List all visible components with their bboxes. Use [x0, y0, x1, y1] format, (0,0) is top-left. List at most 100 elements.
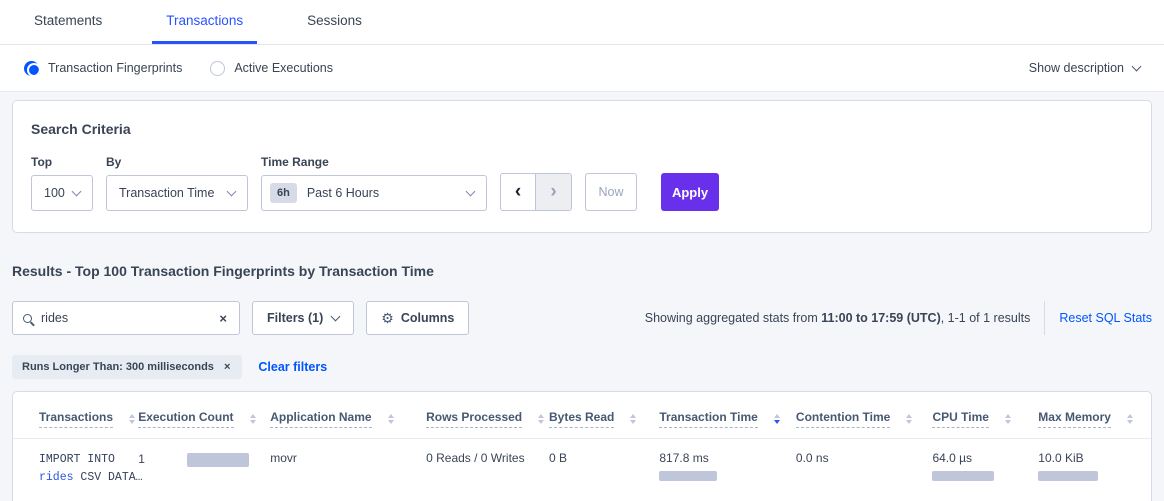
top-label: Top — [31, 155, 93, 169]
sort-icon[interactable] — [250, 414, 256, 424]
filter-chip-label: Runs Longer Than: 300 milliseconds — [22, 361, 214, 373]
vertical-divider — [1044, 301, 1045, 335]
col-contention-time[interactable]: Contention Time — [796, 410, 890, 428]
sort-icon[interactable] — [1005, 414, 1011, 424]
now-button[interactable]: Now — [585, 173, 637, 211]
col-transactions[interactable]: Transactions — [39, 410, 113, 428]
time-range-prev-button[interactable]: ‹ — [500, 173, 536, 211]
gear-icon: ⚙ — [381, 310, 394, 327]
columns-button[interactable]: ⚙ Columns — [366, 301, 469, 335]
clear-search-icon[interactable]: × — [217, 311, 229, 326]
top-field: Top 100 — [31, 155, 93, 211]
sort-icon[interactable] — [630, 414, 636, 424]
aggregated-stats-text: Showing aggregated stats from 11:00 to 1… — [645, 311, 1031, 325]
sort-icon-active[interactable] — [774, 414, 780, 424]
rows-processed-cell: 0 Reads / 0 Writes — [418, 439, 541, 501]
clear-filters-link[interactable]: Clear filters — [258, 360, 327, 374]
radio-label: Transaction Fingerprints — [48, 61, 182, 75]
col-execution-count[interactable]: Execution Count — [138, 410, 233, 428]
bytes-read-cell: 0 B — [541, 439, 651, 501]
chevron-down-icon — [466, 186, 476, 196]
chevron-down-icon — [227, 186, 237, 196]
search-icon — [23, 314, 32, 323]
results-table-card: Transactions Execution Count Application… — [12, 391, 1152, 501]
transaction-link[interactable]: rides — [39, 471, 74, 484]
chevron-down-icon — [1132, 61, 1142, 71]
by-value: Transaction Time — [119, 186, 214, 200]
time-range-field: Time Range 6h Past 6 Hours — [261, 155, 487, 211]
transaction-fingerprint-cell: IMPORT INTO rides CSV DATA… — [13, 439, 130, 501]
transaction-time-bar — [659, 471, 717, 481]
filters-label: Filters (1) — [267, 311, 323, 325]
sql-activity-tabbar: Statements Transactions Sessions — [0, 0, 1164, 45]
max-memory-cell: 10.0 KiB — [1030, 439, 1151, 501]
chevron-down-icon — [331, 311, 341, 321]
contention-time-cell: 0.0 ns — [788, 439, 925, 501]
execution-count-cell: 1 — [130, 439, 262, 501]
table-header-row: Transactions Execution Count Application… — [13, 396, 1151, 439]
sort-icon[interactable] — [906, 414, 912, 424]
radio-active-executions[interactable]: Active Executions — [210, 61, 333, 76]
sort-icon[interactable] — [129, 414, 135, 424]
columns-label: Columns — [401, 311, 454, 325]
top-value: 100 — [44, 186, 65, 200]
transaction-time-value: 817.8 ms — [659, 451, 780, 465]
application-name-cell: movr — [262, 439, 418, 501]
tab-statements[interactable]: Statements — [20, 13, 116, 44]
radio-unselected-icon — [210, 61, 225, 76]
search-input[interactable] — [41, 311, 217, 325]
filter-chip: Runs Longer Than: 300 milliseconds × — [12, 355, 242, 379]
sort-icon[interactable] — [1127, 414, 1133, 424]
results-toolbar: × Filters (1) ⚙ Columns Showing aggregat… — [12, 301, 1152, 335]
time-range-label: Time Range — [261, 155, 487, 169]
results-search-box: × — [12, 301, 240, 335]
sort-icon[interactable] — [388, 414, 394, 424]
execution-count-bar — [187, 453, 249, 467]
tab-sessions[interactable]: Sessions — [293, 13, 376, 44]
stats-time-range: 11:00 to 17:59 (UTC) — [821, 311, 940, 325]
max-memory-value: 10.0 KiB — [1038, 451, 1143, 465]
sql-line1: IMPORT INTO — [39, 451, 122, 469]
col-bytes-read[interactable]: Bytes Read — [549, 410, 614, 428]
reset-sql-stats-link[interactable]: Reset SQL Stats — [1059, 311, 1152, 325]
cpu-time-cell: 64.0 µs — [924, 439, 1030, 501]
search-criteria-card: Search Criteria Top 100 By Transaction T… — [12, 100, 1152, 233]
radio-transaction-fingerprints[interactable]: Transaction Fingerprints — [24, 61, 182, 76]
remove-filter-icon[interactable]: × — [222, 361, 232, 373]
sql-line2: rides CSV DATA… — [39, 469, 122, 487]
results-heading: Results - Top 100 Transaction Fingerprin… — [12, 263, 1152, 279]
radio-selected-icon — [24, 61, 39, 76]
view-toggle-bar: Transaction Fingerprints Active Executio… — [0, 45, 1164, 92]
by-label: By — [106, 155, 248, 169]
by-field: By Transaction Time — [106, 155, 248, 211]
time-range-select[interactable]: 6h Past 6 Hours — [261, 175, 487, 211]
search-criteria-title: Search Criteria — [31, 121, 1133, 137]
filters-button[interactable]: Filters (1) — [252, 301, 354, 335]
col-application-name[interactable]: Application Name — [270, 410, 371, 428]
show-description-label: Show description — [1029, 61, 1124, 75]
by-select[interactable]: Transaction Time — [106, 175, 248, 211]
time-range-stepper: ‹ › — [500, 173, 572, 211]
cpu-time-bar — [932, 471, 994, 481]
time-range-badge: 6h — [270, 183, 297, 203]
col-rows-processed[interactable]: Rows Processed — [426, 410, 522, 428]
transactions-table: Transactions Execution Count Application… — [13, 396, 1151, 501]
tab-transactions[interactable]: Transactions — [152, 13, 257, 44]
execution-count-value: 1 — [138, 452, 145, 466]
time-range-next-button[interactable]: › — [536, 173, 572, 211]
sort-icon[interactable] — [538, 414, 544, 424]
max-memory-bar — [1038, 471, 1098, 481]
cpu-time-value: 64.0 µs — [932, 451, 1022, 465]
time-range-value: Past 6 Hours — [307, 186, 379, 200]
col-cpu-time[interactable]: CPU Time — [932, 410, 988, 428]
col-transaction-time[interactable]: Transaction Time — [659, 410, 757, 428]
table-row: IMPORT INTO rides CSV DATA… 1 movr 0 Rea… — [13, 439, 1151, 501]
col-max-memory[interactable]: Max Memory — [1038, 410, 1111, 428]
radio-label: Active Executions — [234, 61, 333, 75]
show-description-toggle[interactable]: Show description — [1029, 61, 1140, 75]
active-filters-row: Runs Longer Than: 300 milliseconds × Cle… — [12, 355, 1152, 379]
transaction-time-cell: 817.8 ms — [651, 439, 788, 501]
top-select[interactable]: 100 — [31, 175, 93, 211]
apply-button[interactable]: Apply — [661, 173, 719, 211]
chevron-down-icon — [72, 186, 82, 196]
